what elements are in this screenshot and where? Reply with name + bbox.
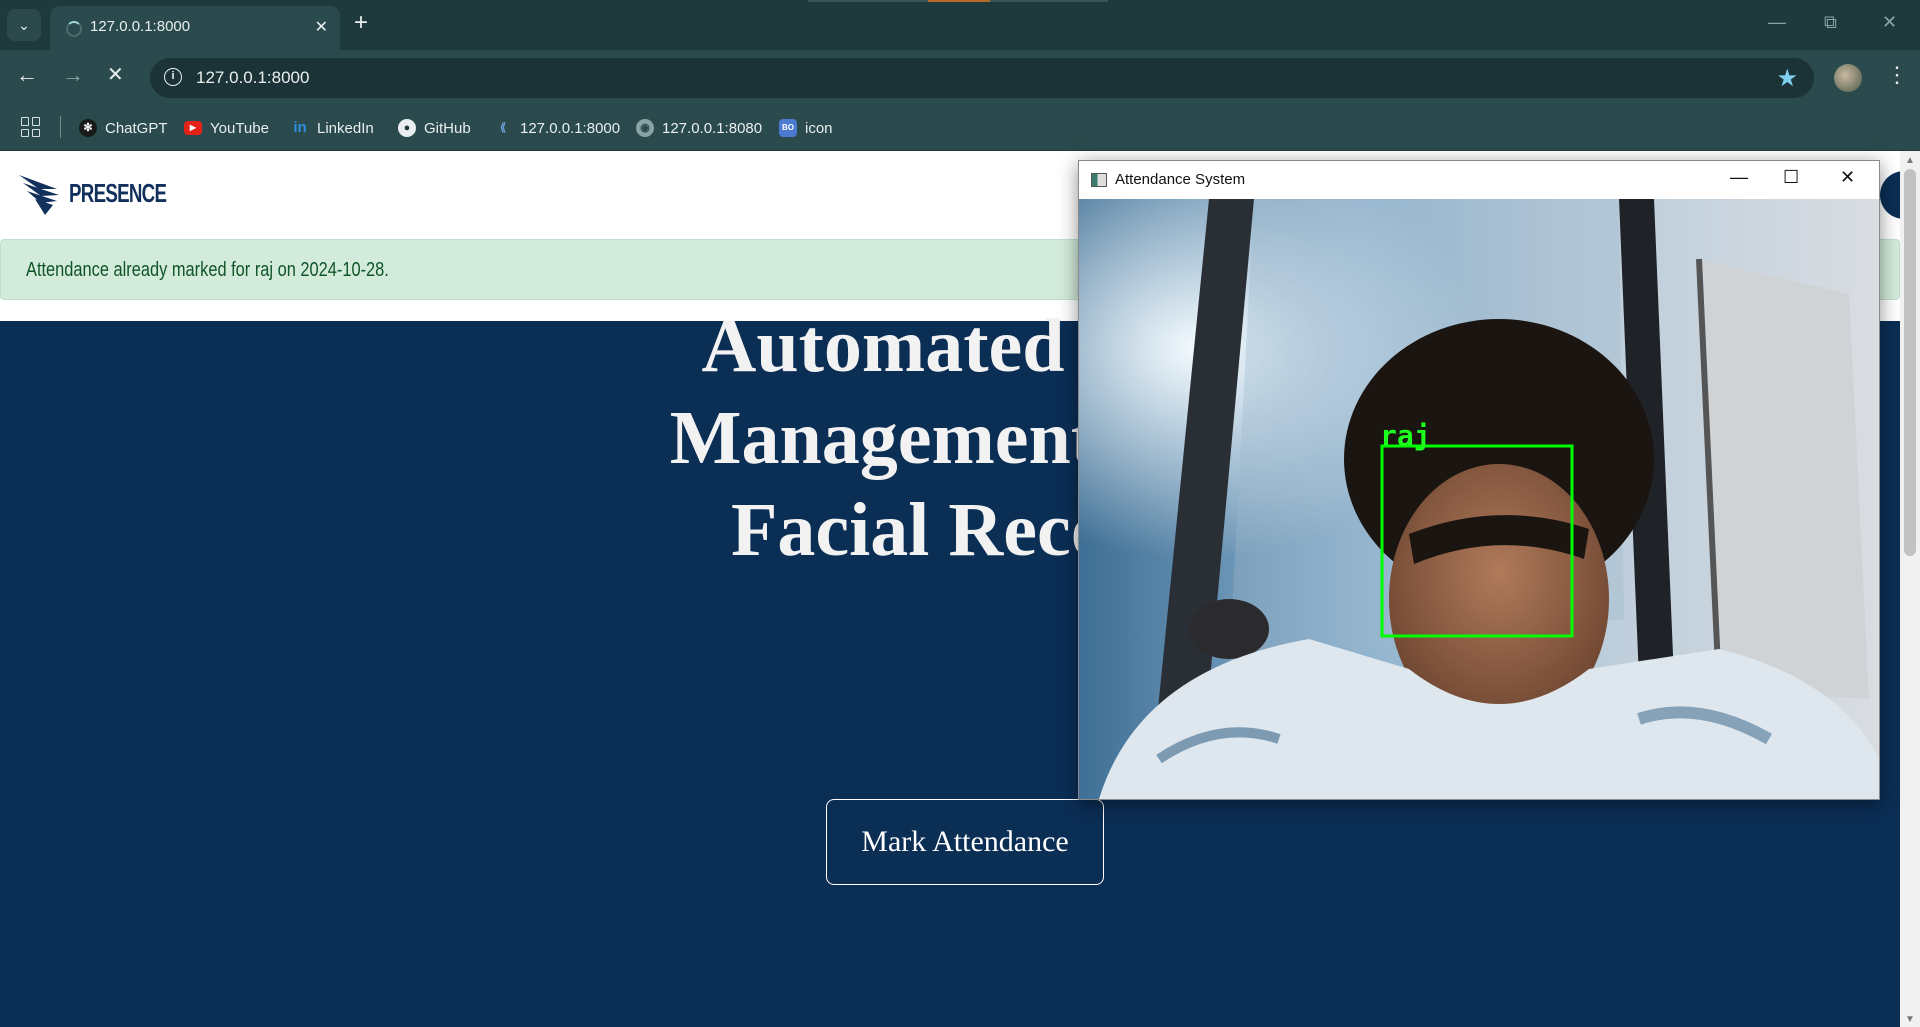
bookmark-label: 127.0.0.1:8080 bbox=[662, 119, 763, 137]
bookmark-chatgpt[interactable]: ✼ ChatGPT bbox=[79, 117, 168, 139]
attendance-camera-window[interactable]: Attendance System — ☐ ✕ raj bbox=[1078, 160, 1880, 800]
bookmark-label: icon bbox=[805, 119, 833, 137]
youtube-icon: ▶ bbox=[184, 121, 202, 135]
bookmark-label: ChatGPT bbox=[105, 119, 168, 137]
bo-icon: BO bbox=[779, 119, 797, 137]
face-name-label: raj bbox=[1380, 419, 1431, 452]
bookmark-label: GitHub bbox=[424, 119, 471, 137]
bookmarks-divider bbox=[60, 116, 61, 138]
tab-close-icon[interactable]: ✕ bbox=[315, 17, 328, 37]
mark-attendance-button[interactable]: Mark Attendance bbox=[826, 799, 1104, 885]
alert-message: Attendance already marked for raj on 202… bbox=[26, 259, 389, 281]
wing-logo-icon bbox=[19, 175, 59, 215]
back-arrow-icon[interactable]: ← bbox=[16, 64, 38, 86]
bookmark-star-icon[interactable]: ★ bbox=[1776, 64, 1798, 93]
address-text[interactable]: 127.0.0.1:8000 bbox=[196, 68, 309, 88]
stop-loading-icon[interactable]: ✕ bbox=[107, 64, 124, 86]
bookmark-localhost-8080[interactable]: ◉ 127.0.0.1:8080 bbox=[636, 117, 762, 139]
new-tab-button[interactable]: + bbox=[354, 11, 368, 35]
camera-window-title: Attendance System bbox=[1115, 171, 1246, 188]
bookmark-icon[interactable]: BO icon bbox=[779, 117, 833, 139]
globe-icon: ◉ bbox=[636, 119, 654, 137]
bookmark-label: YouTube bbox=[210, 119, 269, 137]
close-window-icon[interactable]: ✕ bbox=[1882, 12, 1897, 33]
camera-maximize-icon[interactable]: ☐ bbox=[1783, 167, 1799, 188]
browser-toolbar: ← → ✕ i 127.0.0.1:8000 ★ ⋮ bbox=[0, 50, 1920, 106]
bookmark-label: 127.0.0.1:8000 bbox=[520, 119, 621, 137]
scroll-up-icon[interactable]: ▲ bbox=[1905, 155, 1915, 166]
apps-grid-icon[interactable] bbox=[21, 117, 41, 137]
restore-icon[interactable]: ⧉ bbox=[1824, 12, 1837, 33]
camera-window-titlebar[interactable]: Attendance System — ☐ ✕ bbox=[1079, 161, 1879, 199]
linkedin-icon: in bbox=[293, 119, 307, 136]
bookmark-localhost-8000[interactable]: ⟪ 127.0.0.1:8000 bbox=[494, 117, 620, 139]
chevron-down-icon: ⌄ bbox=[18, 16, 30, 33]
bookmark-github[interactable]: ● GitHub bbox=[398, 117, 471, 139]
bookmark-linkedin[interactable]: in LinkedIn bbox=[291, 117, 374, 139]
tab-search-button[interactable]: ⌄ bbox=[7, 9, 41, 41]
bookmarks-bar: ✼ ChatGPT ▶ YouTube in LinkedIn ● GitHub… bbox=[0, 106, 1920, 151]
address-bar[interactable]: i 127.0.0.1:8000 ★ bbox=[150, 58, 1814, 98]
camera-close-icon[interactable]: ✕ bbox=[1840, 167, 1855, 188]
tab-strip: ⌄ 127.0.0.1:8000 ✕ + — ⧉ ✕ bbox=[0, 0, 1920, 50]
forward-arrow-icon[interactable]: → bbox=[62, 64, 84, 86]
chatgpt-icon: ✼ bbox=[79, 119, 97, 137]
site-info-icon[interactable]: i bbox=[164, 68, 182, 86]
site-logo[interactable]: PRESENCE bbox=[17, 169, 204, 217]
browser-tab[interactable]: 127.0.0.1:8000 ✕ bbox=[50, 6, 340, 50]
bookmark-label: LinkedIn bbox=[317, 119, 374, 137]
loading-spinner-icon bbox=[66, 21, 82, 37]
scroll-thumb[interactable] bbox=[1904, 169, 1916, 556]
bookmark-youtube[interactable]: ▶ YouTube bbox=[184, 117, 269, 139]
camera-minimize-icon[interactable]: — bbox=[1730, 167, 1748, 188]
camera-frame-image bbox=[1079, 199, 1879, 799]
menu-kebab-icon[interactable]: ⋮ bbox=[1886, 62, 1908, 88]
site-icon: ⟪ bbox=[499, 122, 507, 134]
tab-title: 127.0.0.1:8000 bbox=[90, 18, 191, 35]
app-window-icon bbox=[1091, 173, 1107, 187]
brand-name: PRESENCE bbox=[69, 177, 167, 208]
page-scrollbar[interactable]: ▲ ▼ bbox=[1900, 151, 1920, 1027]
window-accent-mark bbox=[928, 0, 990, 2]
scroll-down-icon[interactable]: ▼ bbox=[1905, 1014, 1915, 1025]
profile-avatar[interactable] bbox=[1834, 64, 1862, 92]
camera-feed: raj bbox=[1079, 199, 1879, 799]
nav-action-button[interactable] bbox=[1880, 171, 1900, 219]
github-icon: ● bbox=[398, 119, 416, 137]
minimize-icon[interactable]: — bbox=[1768, 12, 1786, 33]
